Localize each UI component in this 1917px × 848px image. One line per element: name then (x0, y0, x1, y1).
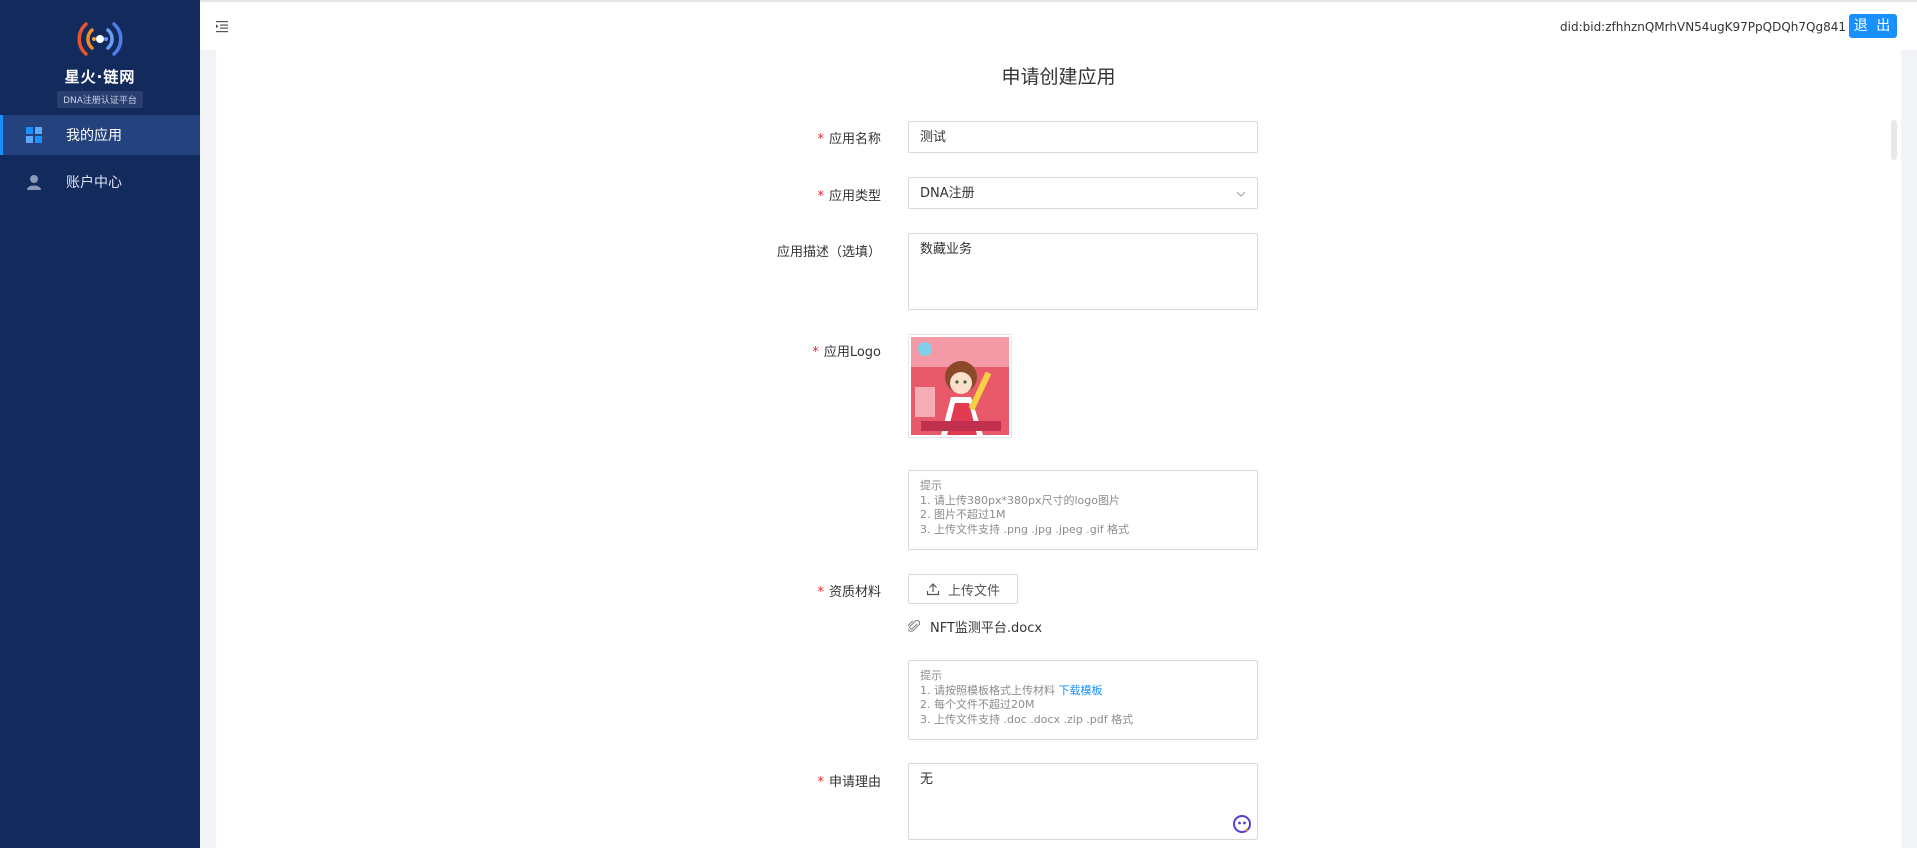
reason-value: 无 (920, 772, 934, 787)
uploaded-file-item[interactable]: NFT监测平台.docx (908, 616, 1042, 636)
hint-line: 2. 图片不超过1M (920, 508, 1006, 521)
app-desc-label: 应用描述（选填） (776, 245, 881, 260)
app-type-label: * 应用类型 (817, 189, 881, 204)
logout-button[interactable]: 退 出 (1849, 14, 1897, 38)
main-panel: 申请创建应用 * 应用名称 测试 * 应用类型 DNA注册 应用描述（选填） 数藏业… (216, 50, 1901, 848)
material-label: * 资质材料 (817, 585, 881, 600)
sidebar-item-account-center[interactable]: 账户中心 (0, 162, 200, 202)
app-desc-textarea[interactable]: 数藏业务 (908, 233, 1258, 310)
chevron-down-icon (1236, 191, 1246, 197)
app-name-label: * 应用名称 (817, 132, 881, 147)
logo-hint-box: 提示 1. 请上传380px*380px尺寸的logo图片 2. 图片不超过1M… (908, 470, 1258, 550)
sidebar: 星火·链网 DNA注册认证平台 我的应用 账户中心 (0, 0, 200, 848)
uploaded-file-name: NFT监测平台.docx (930, 620, 1043, 636)
top-header: did:bid:zfhhznQMrhVN54ugK97PpQDQh7Qg841 … (200, 0, 1917, 50)
uploaded-logo-image[interactable] (908, 334, 1012, 438)
hint-line: 2. 每个文件不超过20M (920, 698, 1035, 711)
page-title: 申请创建应用 (1001, 66, 1116, 88)
grid-icon (26, 127, 42, 143)
paperclip-icon (908, 619, 920, 632)
required-mark: * (812, 345, 819, 360)
upload-icon (926, 583, 940, 596)
hint-title: 提示 (920, 669, 942, 682)
hint-line: 3. 上传文件支持 .png .jpg .jpeg .gif 格式 (920, 522, 1130, 536)
sidebar-item-label: 我的应用 (66, 128, 122, 144)
download-template-link[interactable]: 下载模板 (1059, 684, 1103, 697)
app-logo-label: * 应用Logo (812, 345, 881, 360)
chat-assistant-icon[interactable] (1233, 815, 1251, 833)
app-type-value: DNA注册 (920, 186, 975, 201)
hint-line: 1. 请按照模板格式上传材料 下载模板 (920, 683, 1103, 697)
required-mark: * (817, 775, 824, 790)
required-mark: * (817, 132, 824, 147)
upload-file-button[interactable]: 上传文件 (908, 574, 1018, 604)
user-did: did:bid:zfhhznQMrhVN54ugK97PpQDQh7Qg841 (1560, 20, 1846, 34)
reason-label: * 申请理由 (817, 775, 881, 790)
app-name-input[interactable]: 测试 (908, 121, 1258, 153)
reason-textarea[interactable]: 无 (908, 763, 1258, 840)
required-mark: * (817, 189, 824, 204)
brand-subtitle: DNA注册认证平台 (57, 91, 143, 108)
hint-line: 3. 上传文件支持 .doc .docx .zip .pdf 格式 (920, 712, 1134, 726)
app-logo: 星火·链网 DNA注册认证平台 (0, 18, 200, 108)
material-hint-box: 提示 1. 请按照模板格式上传材料 下载模板 2. 每个文件不超过20M 3. … (908, 660, 1258, 740)
hint-line: 1. 请上传380px*380px尺寸的logo图片 (920, 493, 1120, 507)
app-type-select[interactable]: DNA注册 (908, 177, 1258, 209)
broadcast-logo-icon (77, 22, 123, 56)
sidebar-item-my-apps[interactable]: 我的应用 (0, 115, 200, 155)
upload-button-label: 上传文件 (947, 583, 1000, 599)
menu-fold-icon[interactable] (216, 19, 230, 33)
brand-name: 星火·链网 (64, 68, 136, 86)
hint-title: 提示 (920, 479, 942, 492)
anime-character-image (911, 337, 1009, 435)
user-icon (27, 175, 41, 190)
sidebar-item-label: 账户中心 (66, 175, 122, 191)
required-mark: * (817, 585, 824, 600)
scrollbar[interactable] (1891, 120, 1897, 160)
